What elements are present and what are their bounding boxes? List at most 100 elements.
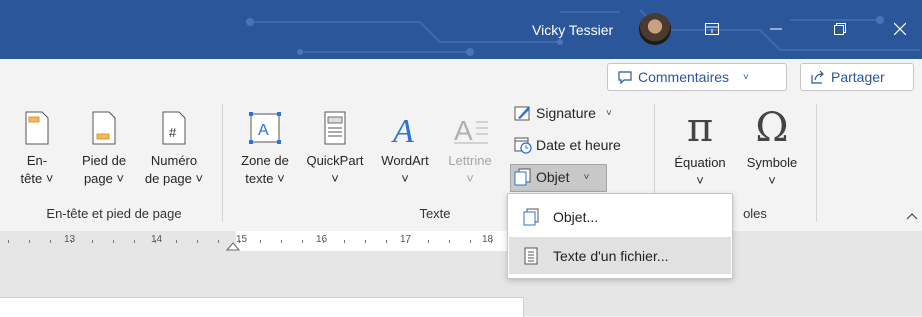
- minimize-button[interactable]: [756, 10, 796, 48]
- user-name[interactable]: Vicky Tessier: [532, 22, 613, 38]
- group-label-symbols: oles: [743, 206, 767, 221]
- omega-icon: Ω: [755, 105, 789, 151]
- user-avatar[interactable]: [639, 13, 671, 45]
- wordart-icon: A: [391, 113, 414, 146]
- ruler-tick: [344, 240, 345, 243]
- ruler-tick: [470, 240, 471, 243]
- footer-icon: [92, 111, 116, 145]
- header-label-line2: tête ˅: [20, 171, 54, 186]
- chevron-down-icon: ˅: [583, 171, 590, 183]
- comment-icon: [618, 70, 632, 84]
- ruler-tick: [8, 240, 9, 243]
- footer-label-line2: page ˅: [83, 171, 125, 186]
- quickpart-icon: [324, 111, 346, 145]
- wordart-button[interactable]: A WordArt ˅: [374, 110, 436, 188]
- document-page[interactable]: [0, 297, 524, 317]
- menu-item-text-from-file-label: Texte d'un fichier...: [553, 247, 669, 264]
- group-separator: [222, 104, 223, 222]
- collapse-ribbon-icon[interactable]: [906, 212, 918, 220]
- footer-button[interactable]: Pied de page ˅: [74, 110, 134, 188]
- object-icon: [523, 208, 539, 225]
- footer-label-line1: Pied de: [81, 153, 127, 168]
- ruler-tick: [386, 240, 387, 243]
- close-icon: [894, 23, 906, 35]
- ruler-tick: [407, 240, 408, 243]
- equation-label-line1: Équation: [674, 155, 726, 170]
- menu-item-object-label: Objet...: [553, 208, 599, 225]
- comments-button[interactable]: Commentaires ˅: [607, 63, 787, 91]
- horizontal-ruler[interactable]: 13 14 15 16 17 18: [0, 231, 922, 251]
- ribbon-display-options-button[interactable]: [692, 10, 732, 48]
- equation-button[interactable]: π Équation ˅: [664, 108, 736, 190]
- restore-button[interactable]: [820, 10, 860, 48]
- ruler-tick: [449, 240, 450, 243]
- drop-cap-label-line2: ˅: [466, 171, 474, 186]
- quickpart-label-line2: ˅: [331, 171, 339, 186]
- ruler-tick: [176, 240, 177, 243]
- text-box-icon: A: [249, 112, 281, 144]
- ruler-number: 17: [400, 234, 412, 245]
- ruler-text-area: [236, 231, 516, 251]
- ruler-tick: [71, 240, 72, 243]
- menu-item-icon-slot: [523, 208, 553, 226]
- signature-label: Signature: [536, 105, 596, 121]
- close-button[interactable]: [880, 10, 920, 48]
- ribbon-display-options-icon: [705, 23, 719, 35]
- ruler-tick: [218, 240, 219, 243]
- menu-item-text-from-file[interactable]: Texte d'un fichier...: [509, 237, 731, 274]
- drop-cap-button[interactable]: A Lettrine ˅: [438, 110, 502, 188]
- signature-button[interactable]: Signature ˅: [514, 104, 612, 122]
- object-icon: [514, 168, 531, 186]
- object-dropdown-menu: Objet... Texte d'un fichier...: [507, 193, 733, 279]
- text-box-label-line1: Zone de: [241, 153, 289, 168]
- group-separator: [816, 104, 817, 222]
- ruler-tick: [197, 240, 198, 243]
- text-box-button[interactable]: A Zone de texte ˅: [232, 110, 298, 188]
- calendar-clock-icon: [514, 137, 532, 154]
- text-box-label-line2: texte ˅: [245, 171, 285, 186]
- share-button[interactable]: Partager: [800, 63, 914, 91]
- group-label-header-footer: En-tête et pied de page: [46, 206, 182, 221]
- ruler-tick: [92, 240, 93, 243]
- wordart-label-line2: ˅: [401, 171, 409, 186]
- wordart-label-line1: WordArt: [381, 153, 429, 168]
- header-button[interactable]: En- tête ˅: [16, 110, 58, 188]
- ruler-number: 13: [64, 234, 76, 245]
- symbol-label-line2: ˅: [768, 173, 776, 188]
- ruler-tick: [239, 240, 240, 243]
- ruler-number: 14: [151, 234, 163, 245]
- ruler-tick: [323, 240, 324, 243]
- ruler-tick: [428, 240, 429, 243]
- quickpart-button[interactable]: QuickPart ˅: [300, 110, 370, 188]
- menu-item-object[interactable]: Objet...: [509, 198, 731, 235]
- ruler-tick: [281, 240, 282, 243]
- page-number-button[interactable]: # Numéro de page ˅: [138, 110, 210, 188]
- svg-text:#: #: [169, 125, 177, 140]
- signature-line-icon: [514, 106, 530, 121]
- share-icon: [811, 70, 824, 84]
- object-label: Objet: [536, 169, 570, 185]
- header-icon: [25, 111, 49, 145]
- pi-icon: π: [686, 105, 714, 151]
- ruler-tick: [365, 240, 366, 243]
- page-number-label-line2: de page ˅: [144, 171, 204, 186]
- ruler-tick: [302, 240, 303, 243]
- symbol-button[interactable]: Ω Symbole ˅: [738, 108, 806, 190]
- drop-cap-icon: A: [454, 115, 488, 146]
- ruler-tick: [260, 240, 261, 243]
- page-number-label-line1: Numéro: [150, 153, 198, 168]
- comments-label: Commentaires: [638, 69, 730, 85]
- header-label-line1: En-: [26, 153, 48, 168]
- svg-text:A: A: [391, 113, 414, 146]
- object-button[interactable]: Objet ˅: [514, 168, 589, 186]
- ruler-tick: [491, 240, 492, 243]
- ruler-tick: [29, 240, 30, 243]
- indent-marker-icon[interactable]: [226, 241, 240, 251]
- date-time-button[interactable]: Date et heure: [514, 136, 621, 154]
- ruler-tick: [50, 240, 51, 243]
- ruler-tick: [113, 240, 114, 243]
- title-bar: Vicky Tessier: [0, 0, 922, 59]
- group-label-text: Texte: [419, 206, 451, 221]
- drop-cap-label-line1: Lettrine: [448, 153, 492, 168]
- date-time-label: Date et heure: [536, 137, 621, 153]
